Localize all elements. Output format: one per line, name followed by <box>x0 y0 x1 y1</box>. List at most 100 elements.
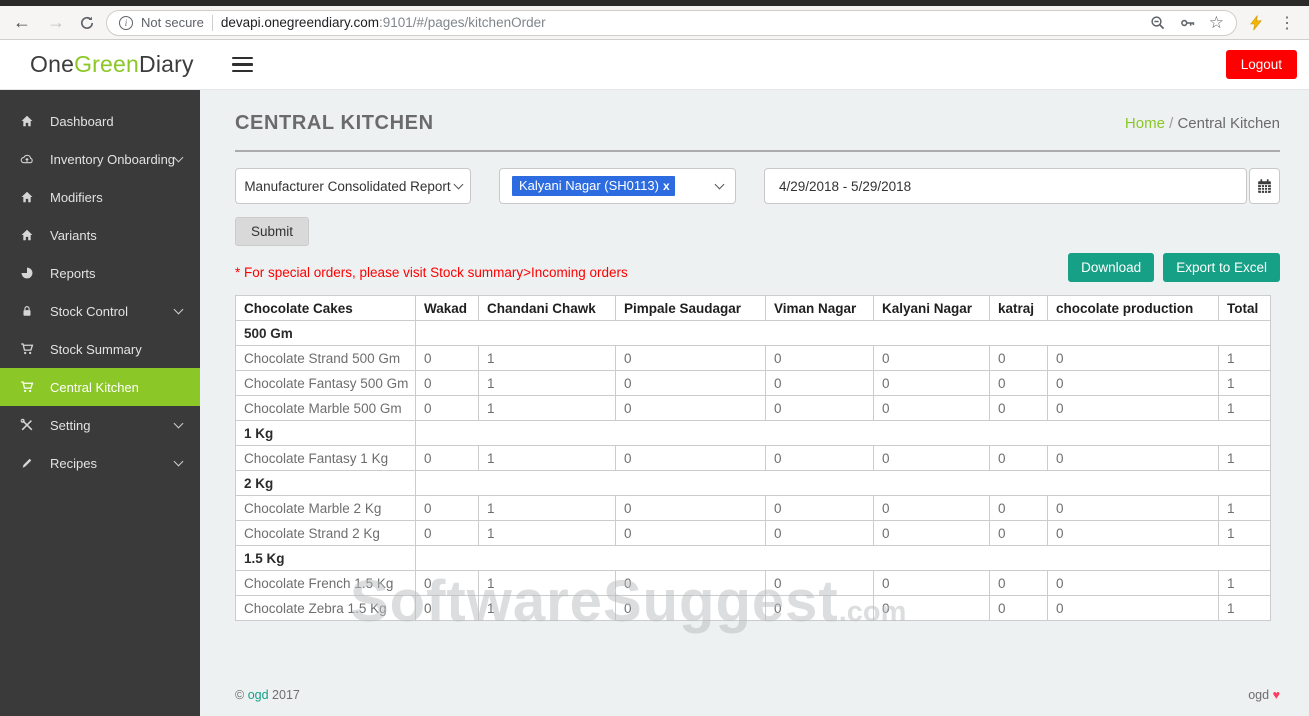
info-icon[interactable]: i <box>119 15 133 30</box>
back-icon[interactable]: ← <box>10 12 34 33</box>
key-icon[interactable] <box>1179 14 1197 32</box>
logo-part-one: One <box>30 51 75 77</box>
sidebar-item-label: Inventory Onboarding <box>50 151 176 167</box>
cart-icon <box>19 341 35 357</box>
value-cell: 0 <box>765 345 874 371</box>
value-cell: 0 <box>765 495 874 521</box>
item-name: Chocolate French 1.5 Kg <box>235 570 416 596</box>
table-row-chocolate-strand-2-kg: Chocolate Strand 2 Kg 0 1 0 0 0 0 0 1 <box>235 520 1271 546</box>
sidebar-item-inventory-onboarding[interactable]: Inventory Onboarding <box>0 140 200 178</box>
zoom-out-icon[interactable] <box>1149 14 1167 32</box>
reload-icon[interactable] <box>78 14 96 32</box>
sidebar-item-central-kitchen[interactable]: Central Kitchen <box>0 368 200 406</box>
value-cell: 1 <box>1218 595 1271 621</box>
column-header-total: Total <box>1218 295 1271 321</box>
browser-toolbar: ← → i Not secure devapi.onegreendiary.co… <box>0 6 1309 40</box>
lock-icon <box>19 303 35 319</box>
report-type-select[interactable]: Manufacturer Consolidated Report <box>235 168 471 204</box>
menu-icon[interactable] <box>228 49 257 81</box>
chevron-down-icon <box>714 179 725 189</box>
lightning-icon[interactable] <box>1247 14 1265 32</box>
forward-icon[interactable]: → <box>44 12 68 33</box>
table-body: 500 Gm Chocolate Strand 500 Gm 0 1 0 0 0 0 0 1 Cho… <box>235 320 1271 621</box>
special-orders-note: * For special orders, please visit Stock… <box>235 265 628 280</box>
section-label: 1.5 Kg <box>235 545 416 571</box>
security-label: Not secure <box>141 15 204 30</box>
pen-icon <box>19 455 35 471</box>
logout-button[interactable]: Logout <box>1225 50 1297 79</box>
sidebar-item-label: Modifiers <box>50 189 103 205</box>
value-cell: 0 <box>1047 520 1219 546</box>
table-row-chocolate-marble-500-gm: Chocolate Marble 500 Gm 0 1 0 0 0 0 0 1 <box>235 395 1271 421</box>
sidebar-item-modifiers[interactable]: Modifiers <box>0 178 200 216</box>
kitchen-order-table: Chocolate Cakes Wakad Chandani Chawk Pimpal… <box>235 295 1271 621</box>
home-icon <box>19 189 35 205</box>
value-cell: 0 <box>989 595 1048 621</box>
value-cell: 1 <box>1218 570 1271 596</box>
footer-credit-text: ogd <box>1248 688 1270 702</box>
tag-remove-icon[interactable]: x <box>663 180 670 192</box>
download-button[interactable]: Download <box>1068 253 1155 282</box>
footer-year: 2017 <box>272 688 300 702</box>
item-name: Chocolate Marble 500 Gm <box>235 395 416 421</box>
store-multiselect[interactable]: Kalyani Nagar (SH0113) x <box>499 168 736 204</box>
value-cell: 0 <box>765 570 874 596</box>
value-cell: 0 <box>415 370 479 396</box>
chevron-down-icon <box>453 179 464 189</box>
table-header-row: Chocolate Cakes Wakad Chandani Chawk Pimpal… <box>235 295 1271 321</box>
value-cell: 0 <box>873 345 990 371</box>
export-to-excel-button[interactable]: Export to Excel <box>1163 253 1280 282</box>
section-empty-cell <box>415 320 1271 346</box>
page-footer: © ogd 2017 ogd ♥ <box>235 688 1280 702</box>
footer-ogd-link[interactable]: ogd <box>248 688 269 702</box>
value-cell: 1 <box>1218 345 1271 371</box>
value-cell: 1 <box>478 395 616 421</box>
menu-dots-icon[interactable]: ⋮ <box>1275 13 1299 33</box>
sidebar-item-recipes[interactable]: Recipes <box>0 444 200 482</box>
breadcrumb-home-link[interactable]: Home <box>1125 115 1165 132</box>
sidebar-item-stock-summary[interactable]: Stock Summary <box>0 330 200 368</box>
value-cell: 1 <box>1218 370 1271 396</box>
column-header-katraj: katraj <box>989 295 1048 321</box>
table-row-chocolate-strand-500-gm: Chocolate Strand 500 Gm 0 1 0 0 0 0 0 1 <box>235 345 1271 371</box>
submit-button[interactable]: Submit <box>235 217 310 246</box>
value-cell: 0 <box>415 495 479 521</box>
value-cell: 0 <box>765 520 874 546</box>
footer-copyright: © ogd 2017 <box>235 688 300 702</box>
column-header-pimpale-saudagar: Pimpale Saudagar <box>615 295 766 321</box>
section-label: 1 Kg <box>235 420 416 446</box>
column-header-wakad: Wakad <box>415 295 479 321</box>
value-cell: 1 <box>1218 395 1271 421</box>
value-cell: 0 <box>415 445 479 471</box>
tools-icon <box>19 417 35 433</box>
value-cell: 0 <box>1047 345 1219 371</box>
sidebar-item-variants[interactable]: Variants <box>0 216 200 254</box>
sidebar-item-reports[interactable]: Reports <box>0 254 200 292</box>
store-tag: Kalyani Nagar (SH0113) x <box>512 176 675 196</box>
chevron-down-icon <box>173 152 184 163</box>
value-cell: 0 <box>615 370 766 396</box>
calendar-icon[interactable] <box>1249 168 1280 204</box>
value-cell: 0 <box>989 445 1048 471</box>
value-cell: 1 <box>478 345 616 371</box>
value-cell: 0 <box>873 595 990 621</box>
sidebar-item-stock-control[interactable]: Stock Control <box>0 292 200 330</box>
sidebar-item-label: Reports <box>50 265 96 281</box>
date-range-input[interactable]: 4/29/2018 - 5/29/2018 <box>764 168 1247 204</box>
sidebar-item-setting[interactable]: Setting <box>0 406 200 444</box>
url-text[interactable]: devapi.onegreendiary.com:9101/#/pages/ki… <box>221 15 1141 30</box>
sidebar-item-dashboard[interactable]: Dashboard <box>0 102 200 140</box>
sidebar-item-label: Stock Control <box>50 303 129 319</box>
url-bar[interactable]: i Not secure devapi.onegreendiary.com:91… <box>106 9 1237 36</box>
item-name: Chocolate Marble 2 Kg <box>235 495 416 521</box>
value-cell: 0 <box>989 520 1048 546</box>
star-icon[interactable]: ☆ <box>1209 14 1224 31</box>
value-cell: 0 <box>873 570 990 596</box>
cart-icon <box>19 379 35 395</box>
value-cell: 0 <box>415 570 479 596</box>
value-cell: 1 <box>478 445 616 471</box>
value-cell: 0 <box>989 370 1048 396</box>
copyright-symbol: © <box>235 688 245 702</box>
value-cell: 0 <box>873 520 990 546</box>
page-title: CENTRAL KITCHEN <box>235 112 434 134</box>
